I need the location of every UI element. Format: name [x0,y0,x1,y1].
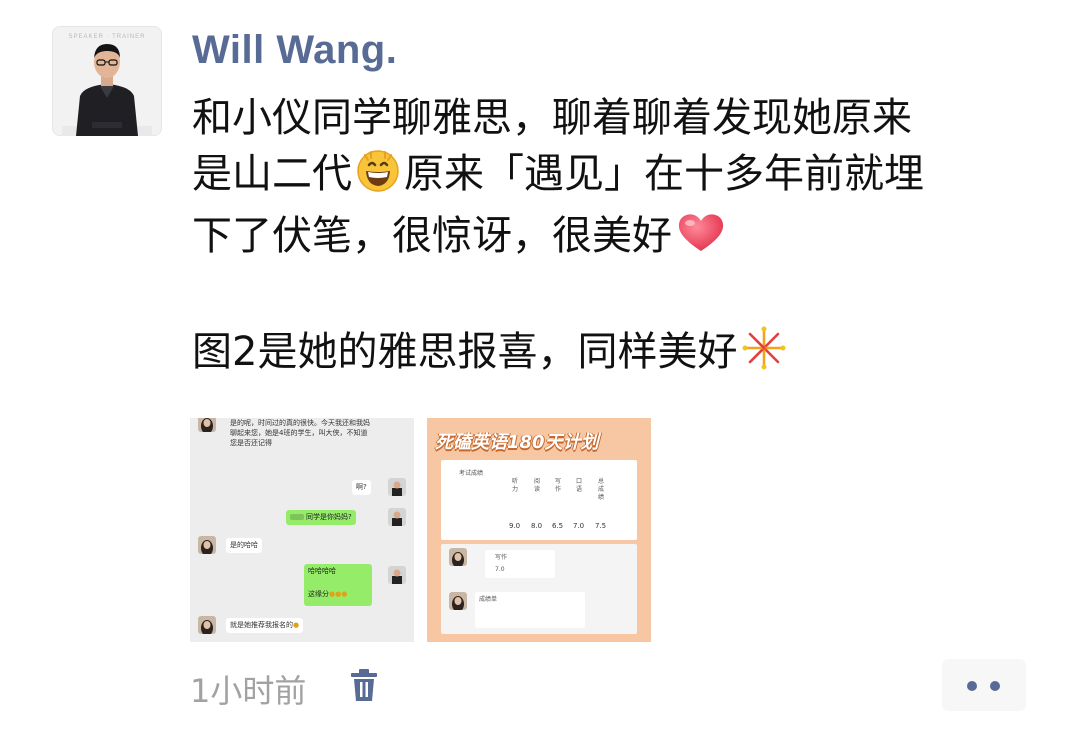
post-blank-line [192,270,1052,324]
chat-avatar-female [198,616,216,634]
score-col-listening: 听力 [511,478,518,493]
post-line-4-text: 图2是她的雅思报喜，同样美好 [192,329,738,375]
report-sub-label: 写作 [495,554,508,561]
post-line-2: 是山二代 原来「遇见」在十多年前就埋 [192,146,1052,208]
score-speaking: 7.0 [573,522,585,530]
avatar-person-icon [62,44,152,136]
chat-avatar-female [198,418,216,432]
post-line-3: 下了伏笔，很惊讶，很美好 [192,208,1052,270]
chat-message-6-text: 就是她推荐我报名的 [230,621,293,629]
report-second-label: 成绩单 [479,596,498,603]
report-title: 死磕英语180天计划 [435,432,599,453]
report-snippet-2: 成绩单 [475,592,585,628]
score-col-reading: 阅读 [533,478,540,493]
post-line-2-end: 原来「遇见」在十多年前就埋 [404,151,924,197]
chat-message-5-text: 这缘分 [308,590,329,598]
score-col-overall: 总成绩 [597,478,604,501]
chat-message-4: 是的哈哈 [226,538,262,553]
fireworks-icon [741,325,787,386]
chat-avatar-male [388,566,406,584]
post-line-1: 和小仪同学聊雅思，聊着聊着发现她原来 [192,95,912,141]
post-line-2-start: 是山二代 [192,151,352,197]
report-sub-value: 7.0 [495,566,505,573]
report-score-card: 考试成绩 听力 阅读 写作 口语 总成绩 9.0 8.0 6.5 7.0 7.5 [441,460,637,540]
post-line-3-text: 下了伏笔，很惊讶，很美好 [192,213,672,259]
score-writing: 6.5 [552,522,564,530]
more-dot-icon [990,681,1000,691]
report-chat-card: 写作 7.0 成绩单 [441,544,637,634]
score-listening: 9.0 [509,522,521,530]
chat-message-5-line-2: 这缘分●●● [308,590,348,598]
image-ielts-report[interactable]: 死磕英语180天计划 考试成绩 听力 阅读 写作 口语 总成绩 9.0 8.0 … [427,418,651,642]
chat-message-1: 是的呢，时间过的真的很快。今天我还和我妈聊起来您，她是4班的学生，叫大侠，不知道… [230,419,370,447]
chat-message-3: 同学是你妈妈? [286,510,356,525]
heart-icon [676,211,726,270]
more-dot-icon [967,681,977,691]
post-time: 1小时前 [190,672,307,710]
avatar-brand-text: SPEAKER · TRAINER [68,34,146,40]
score-label: 考试成绩 [459,470,484,477]
chat-message-5: 哈哈哈哈 这缘分●●● [304,564,372,606]
score-col-writing: 写作 [554,478,561,493]
score-reading: 8.0 [531,522,543,530]
chat-avatar-female [198,536,216,554]
grinning-face-icon [356,149,400,208]
score-col-speaking: 口语 [575,478,582,493]
chat-message-3-text: 同学是你妈妈? [306,513,352,521]
image-chat-screenshot[interactable]: 是的呢，时间过的真的很快。今天我还和我妈聊起来您，她是4班的学生，叫大侠，不知道… [190,418,414,642]
score-overall: 7.5 [595,522,607,530]
chat-avatar-male [388,478,406,496]
post-line-4: 图2是她的雅思报喜，同样美好 [192,324,1052,386]
report-snippet-1: 写作 7.0 [485,550,555,578]
delete-icon[interactable] [348,667,380,703]
avatar[interactable]: SPEAKER · TRAINER [52,26,162,136]
post-text: 和小仪同学聊雅思，聊着聊着发现她原来 是山二代 原来「遇见」在十多年前就埋 下了… [192,90,1052,386]
chat-message-5-line-1: 哈哈哈哈 [308,567,336,575]
chat-message-6: 就是她推荐我报名的● [226,618,304,633]
chat-message-2: 啊? [352,480,371,495]
report-avatar [449,592,467,610]
report-avatar [449,548,467,566]
author-name[interactable]: Will Wang. [192,28,397,73]
more-options-button[interactable] [942,659,1026,711]
chat-avatar-male [388,508,406,526]
